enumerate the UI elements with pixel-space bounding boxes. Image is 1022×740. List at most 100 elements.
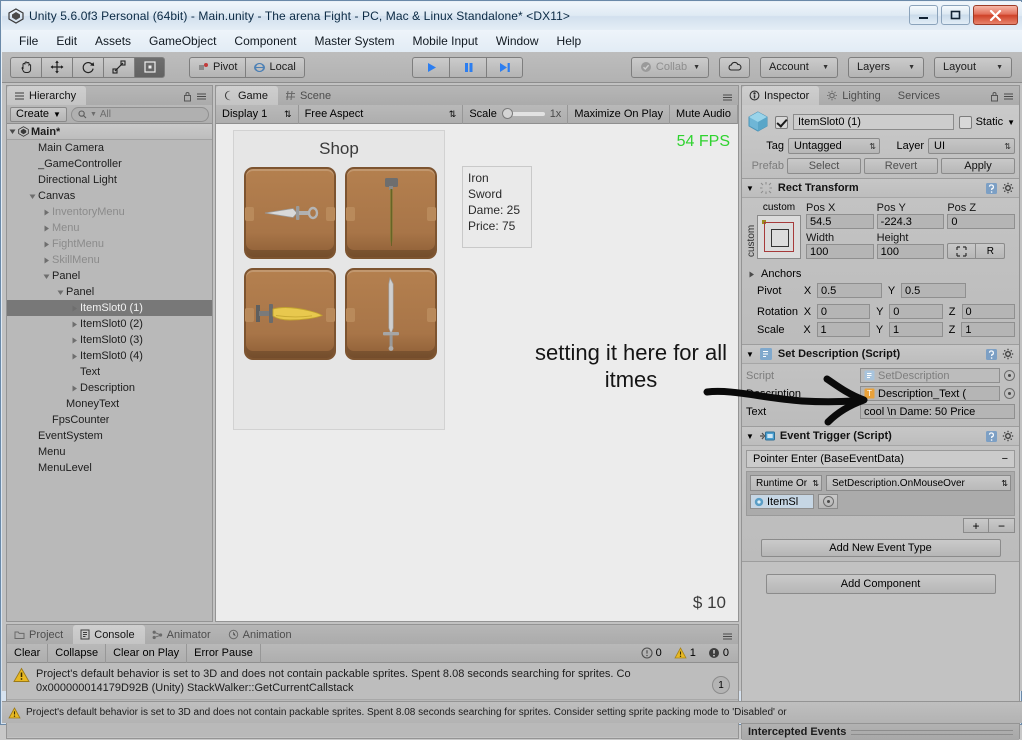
close-button[interactable] (973, 5, 1018, 25)
menu-item-component[interactable]: Component (225, 32, 305, 50)
hierarchy-tree[interactable]: Main* Main Camera _GameController Directio… (7, 124, 212, 621)
layer-dropdown[interactable]: UI ⇅ (928, 138, 1015, 154)
item-slot-2[interactable] (345, 167, 437, 259)
height-input[interactable]: 100 (876, 244, 945, 259)
rotation-y-input[interactable]: 0 (889, 304, 943, 319)
hierarchy-item-canvas[interactable]: Canvas (7, 188, 212, 204)
hierarchy-item-menu[interactable]: Menu (7, 220, 212, 236)
chevron-right-icon[interactable] (69, 320, 80, 329)
hand-tool-button[interactable] (10, 56, 41, 78)
hierarchy-item-text[interactable]: Text (7, 364, 212, 380)
clear-button[interactable]: Clear (7, 643, 49, 663)
item-slot-3[interactable] (244, 268, 336, 360)
description-object-field[interactable]: T Description_Text ( (860, 386, 1000, 401)
hierarchy-item-itemslot0-2[interactable]: ItemSlot0 (2) (7, 316, 212, 332)
chevron-down-icon[interactable] (41, 272, 52, 281)
rotate-tool-button[interactable] (72, 56, 103, 78)
rotation-x-input[interactable]: 0 (816, 304, 871, 319)
status-bar[interactable]: Project's default behavior is set to 3D … (2, 701, 1022, 723)
hierarchy-item-menulevel[interactable]: MenuLevel (7, 460, 212, 476)
width-input[interactable]: 100 (806, 244, 874, 259)
menu-item-mobile-input[interactable]: Mobile Input (403, 32, 486, 50)
hierarchy-item-eventsystem[interactable]: EventSystem (7, 428, 212, 444)
warning-count[interactable]: 1 (668, 647, 702, 659)
add-component-button[interactable]: Add Component (765, 574, 996, 594)
chevron-down-icon[interactable] (27, 192, 38, 201)
chevron-right-icon[interactable] (41, 208, 52, 217)
scale-y-input[interactable]: 1 (888, 322, 943, 337)
pos-z-input[interactable]: 0 (947, 214, 1016, 229)
rect-transform-header[interactable]: ▼ Rect Transform (742, 179, 1019, 198)
pivot-x-input[interactable]: 0.5 (817, 283, 882, 298)
tab-hierarchy[interactable]: Hierarchy (7, 86, 87, 105)
hierarchy-item-fightmenu[interactable]: FightMenu (7, 236, 212, 252)
menu-item-help[interactable]: Help (548, 32, 591, 50)
tab-lighting[interactable]: Lighting (819, 86, 891, 105)
cloud-button[interactable] (719, 56, 751, 78)
item-slot-1[interactable] (244, 167, 336, 259)
gear-icon[interactable] (1002, 182, 1015, 195)
tag-dropdown[interactable]: Untagged ⇅ (788, 138, 880, 154)
clear-on-play-button[interactable]: Clear on Play (106, 643, 188, 663)
hierarchy-item-fpscounter[interactable]: FpsCounter (7, 412, 212, 428)
help-icon[interactable] (985, 182, 998, 195)
chevron-right-icon[interactable] (69, 384, 80, 393)
minimize-button[interactable] (909, 5, 938, 25)
intercepted-events-bar[interactable]: Intercepted Events (742, 723, 1019, 740)
game-view[interactable]: Shop Iron Sword Dame: 25 Price: 75 54 FP… (216, 124, 738, 621)
static-checkbox[interactable] (958, 115, 972, 129)
menu-item-gameobject[interactable]: GameObject (140, 32, 225, 50)
add-callback-button[interactable]: + (963, 518, 989, 533)
play-button[interactable] (412, 56, 450, 78)
event-trigger-header[interactable]: ▼ Event Trigger (Script) (742, 427, 1019, 446)
callback-target-picker[interactable] (818, 494, 838, 509)
maximize-on-play-toggle[interactable]: Maximize On Play (568, 104, 670, 124)
collab-button[interactable]: Collab ▼ (630, 56, 710, 78)
hierarchy-item-description[interactable]: Description (7, 380, 212, 396)
chevron-right-icon[interactable] (69, 304, 80, 313)
add-new-event-type-button[interactable]: Add New Event Type (760, 539, 1001, 557)
tab-animator[interactable]: Animator (145, 625, 221, 644)
scale-slider-knob[interactable] (501, 108, 513, 119)
hierarchy-search-input[interactable]: ▼ All (70, 106, 209, 122)
anchor-preset-button[interactable] (757, 215, 801, 259)
log-entry[interactable]: Project's default behavior is set to 3D … (7, 663, 738, 700)
tab-scene[interactable]: Scene (278, 86, 341, 105)
rotation-z-input[interactable]: 0 (961, 304, 1016, 319)
prefab-apply-button[interactable]: Apply (941, 158, 1015, 174)
description-picker-icon[interactable] (1004, 388, 1015, 399)
scale-x-input[interactable]: 1 (816, 322, 871, 337)
hierarchy-scene-root[interactable]: Main* (7, 124, 212, 140)
tab-services[interactable]: Services (891, 86, 950, 105)
chevron-down-icon[interactable]: ▼ (746, 432, 754, 441)
chevron-down-icon[interactable] (7, 127, 18, 136)
script-object-field[interactable]: SetDescription (860, 368, 1000, 383)
prefab-revert-button[interactable]: Revert (864, 158, 938, 174)
chevron-down-icon[interactable]: ▼ (746, 184, 754, 193)
blueprint-mode-button[interactable] (947, 243, 977, 259)
chevron-down-icon[interactable]: ▼ (746, 350, 754, 359)
hierarchy-item-inventorymenu[interactable]: InventoryMenu (7, 204, 212, 220)
pivot-toggle-button[interactable]: Pivot (189, 56, 246, 78)
gameobject-name-input[interactable]: ItemSlot0 (1) (793, 114, 954, 130)
chevron-down-icon[interactable]: ▼ (1007, 118, 1015, 127)
hierarchy-item-gamecontroller[interactable]: _GameController (7, 156, 212, 172)
gear-icon[interactable] (1002, 430, 1015, 443)
layout-button[interactable]: Layout ▼ (934, 56, 1013, 78)
set-description-header[interactable]: ▼ Set Description (Script) (742, 345, 1019, 364)
create-button[interactable]: Create ▼ (10, 106, 67, 122)
account-button[interactable]: Account ▼ (760, 56, 839, 78)
hierarchy-item-itemslot0-1[interactable]: ItemSlot0 (1) (7, 300, 212, 316)
remove-callback-button[interactable]: − (989, 518, 1015, 533)
hierarchy-item-main-camera[interactable]: Main Camera (7, 140, 212, 156)
display-dropdown[interactable]: Display 1 ⇅ (216, 104, 299, 124)
runtime-mode-dropdown[interactable]: Runtime Or ⇅ (750, 475, 822, 491)
menu-item-window[interactable]: Window (487, 32, 548, 50)
chevron-right-icon[interactable] (41, 240, 52, 249)
pause-button[interactable] (449, 56, 487, 78)
pivot-y-input[interactable]: 0.5 (901, 283, 966, 298)
script-picker-icon[interactable] (1004, 370, 1015, 381)
step-button[interactable] (486, 56, 524, 78)
move-tool-button[interactable] (41, 56, 72, 78)
pos-x-input[interactable]: 54.5 (806, 214, 874, 229)
